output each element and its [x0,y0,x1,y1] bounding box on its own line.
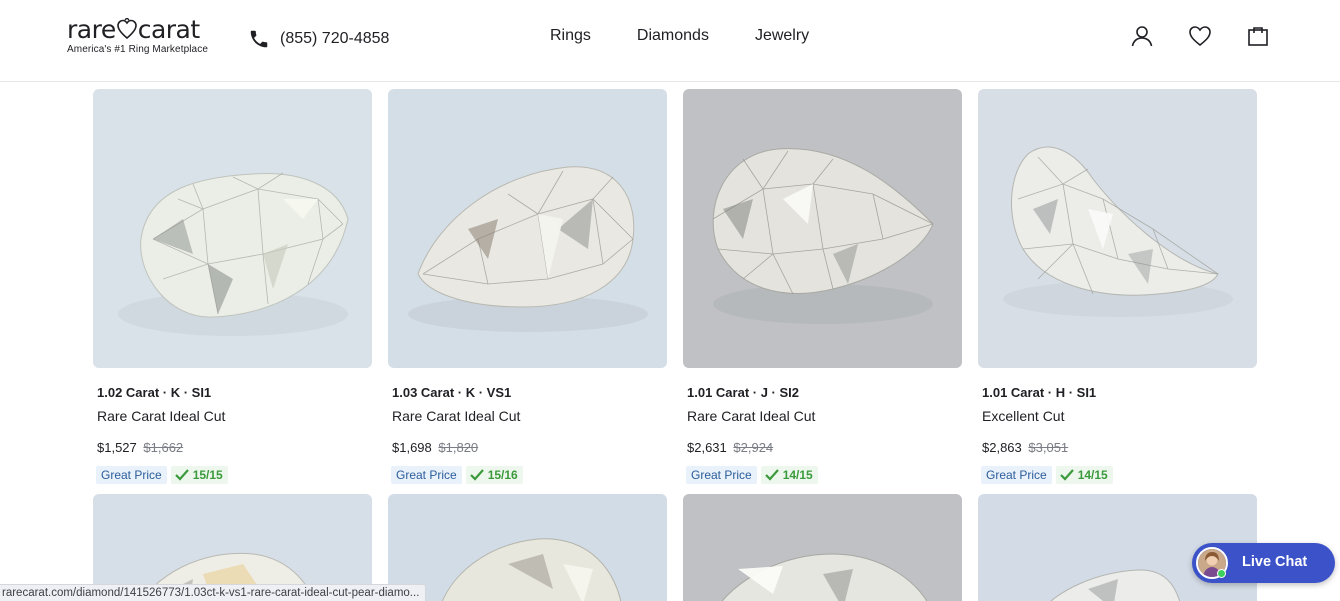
logo[interactable]: rare carat America's #1 Ring Marketplace [67,15,208,60]
product-card[interactable] [683,494,962,601]
score-badge: 15/15 [170,466,228,484]
score-value: 14/15 [1077,468,1108,482]
price-original: $2,924 [733,440,774,455]
product-cut: Excellent Cut [982,408,1065,424]
check-icon [764,469,779,481]
great-price-badge: Great Price [96,466,167,484]
price-original: $1,662 [143,440,184,455]
main-nav: Rings Diamonds Jewelry [550,27,809,45]
product-card[interactable] [388,494,667,601]
price-current: $1,698 [392,440,432,455]
logo-wordmark: rare carat [67,15,200,44]
live-chat-label: Live Chat [1242,554,1308,570]
bag-icon[interactable] [1246,24,1270,48]
diamond-image[interactable] [388,89,667,368]
diamond-image[interactable] [978,89,1257,368]
product-price: $2,631 $2,924 [687,440,773,455]
diamond-image[interactable] [388,494,667,601]
header-icons [1130,24,1270,48]
product-title[interactable]: 1.02 Carat · K · SI1 [97,385,211,400]
score-badge: 14/15 [1055,466,1113,484]
great-price-badge: Great Price [686,466,757,484]
product-price: $1,698 $1,820 [392,440,478,455]
check-icon [469,469,484,481]
product-title[interactable]: 1.01 Carat · H · SI1 [982,385,1096,400]
phone-link[interactable]: (855) 720-4858 [248,27,389,51]
nav-jewelry[interactable]: Jewelry [755,27,809,45]
great-price-badge: Great Price [391,466,462,484]
great-price-badge: Great Price [981,466,1052,484]
online-status-dot [1217,569,1226,578]
product-price: $1,527 $1,662 [97,440,183,455]
score-badge: 14/15 [760,466,818,484]
heart-logo-icon [116,18,137,40]
price-current: $1,527 [97,440,137,455]
site-header: rare carat America's #1 Ring Marketplace … [0,0,1340,82]
product-grid: 1.02 Carat · K · SI1 Rare Carat Ideal Cu… [93,89,1257,601]
diamond-image[interactable] [93,89,372,368]
phone-icon [250,30,268,48]
check-icon [174,469,189,481]
score-value: 15/16 [487,468,518,482]
product-badges: Great Price 14/15 [981,466,1113,484]
product-card[interactable]: 1.03 Carat · K · VS1 Rare Carat Ideal Cu… [388,89,667,484]
product-price: $2,863 $3,051 [982,440,1068,455]
product-cut: Rare Carat Ideal Cut [687,408,816,424]
diamond-image[interactable] [683,89,962,368]
score-value: 14/15 [782,468,813,482]
nav-diamonds[interactable]: Diamonds [637,27,709,45]
price-original: $3,051 [1028,440,1069,455]
diamond-image[interactable] [683,494,962,601]
live-chat-button[interactable]: Live Chat [1192,543,1335,583]
user-icon[interactable] [1130,24,1154,48]
product-badges: Great Price 14/15 [686,466,818,484]
logo-tagline: America's #1 Ring Marketplace [67,44,208,55]
product-card[interactable]: 1.02 Carat · K · SI1 Rare Carat Ideal Cu… [93,89,372,484]
product-card[interactable]: 1.01 Carat · J · SI2 Rare Carat Ideal Cu… [683,89,962,484]
product-cut: Rare Carat Ideal Cut [392,408,521,424]
check-icon [1059,469,1074,481]
product-title[interactable]: 1.03 Carat · K · VS1 [392,385,511,400]
product-card[interactable]: 1.01 Carat · H · SI1 Excellent Cut $2,86… [978,89,1257,484]
heart-icon[interactable] [1188,24,1212,48]
price-original: $1,820 [438,440,479,455]
nav-rings[interactable]: Rings [550,27,591,45]
product-badges: Great Price 15/16 [391,466,523,484]
phone-number: (855) 720-4858 [280,30,390,47]
browser-status-url: rarecarat.com/diamond/141526773/1.03ct-k… [0,584,427,601]
price-current: $2,631 [687,440,727,455]
price-current: $2,863 [982,440,1022,455]
product-badges: Great Price 15/15 [96,466,228,484]
product-cut: Rare Carat Ideal Cut [97,408,226,424]
score-value: 15/15 [192,468,223,482]
score-badge: 15/16 [465,466,523,484]
product-title[interactable]: 1.01 Carat · J · SI2 [687,385,799,400]
